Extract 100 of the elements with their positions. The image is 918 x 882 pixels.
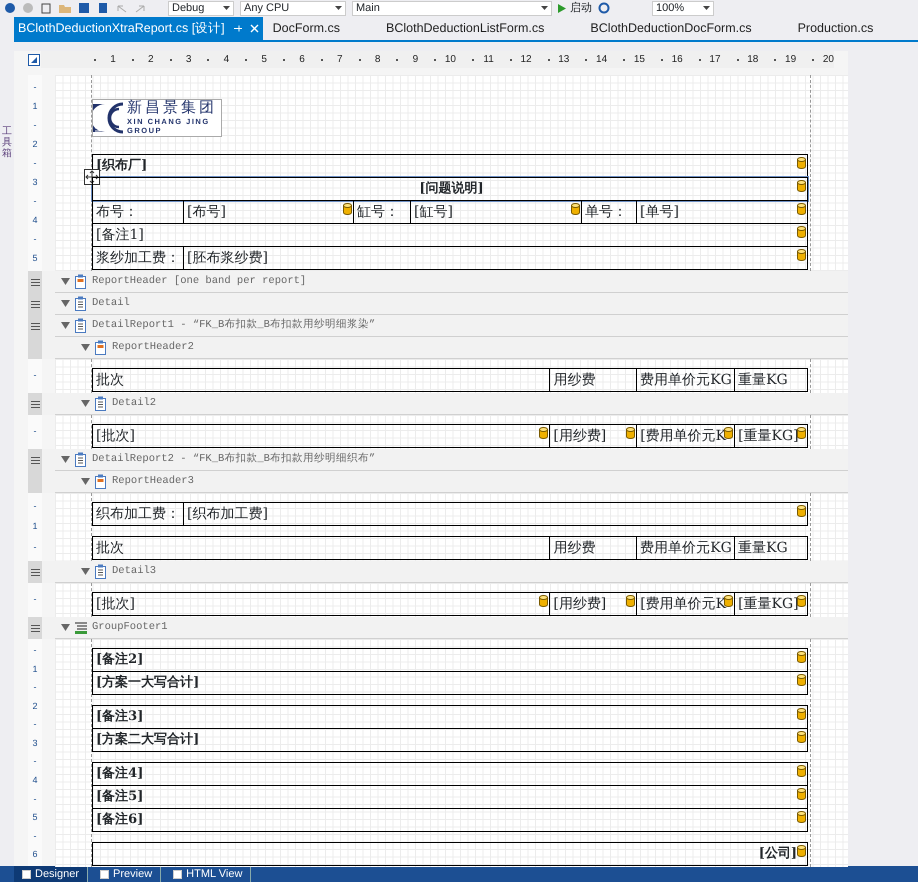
band-title: Detail2 [112,396,156,411]
close-icon[interactable] [250,24,259,33]
ruler-number: 13 [558,53,570,67]
configuration-dropdown[interactable]: Debug [168,0,234,16]
view-tab[interactable]: Designer [14,866,88,882]
save-icon[interactable] [78,2,90,14]
field-text: 布号： [96,202,138,222]
project-dropdown[interactable]: Main [352,0,552,16]
start-button[interactable]: 启动 [558,0,592,16]
field-text: 费用单价元KG [640,370,732,390]
band-title: DetailReport1 - “FK_B布扣款_B布扣款用纱明细浆染” [92,318,376,333]
ruler-number: - [34,593,36,606]
caret-icon [703,6,710,10]
field-text: [单号] [640,202,679,222]
document-tab[interactable]: DocForm.cs [268,17,344,40]
group-footer-icon [74,620,88,636]
field-text: 缸号： [357,202,399,222]
expand-toggle-icon[interactable] [81,399,90,408]
expand-toggle-icon[interactable] [81,567,90,576]
ruler-number: 5 [32,252,38,265]
view-icon [173,870,182,878]
play-icon [558,4,566,12]
detail-report-icon [74,318,88,334]
save-all-icon[interactable] [96,2,108,14]
field-text: 重量KG [738,538,788,558]
expand-toggle-icon[interactable] [61,321,70,330]
field-text: [胚布浆纱费] [187,248,268,268]
field-text: 浆纱加工费： [96,248,180,268]
ruler-number: 17 [709,53,721,67]
expand-toggle-icon[interactable] [81,477,90,486]
ruler-number: - [34,118,36,132]
ruler-number: - [34,425,36,438]
ruler-number: 1 [32,662,38,676]
ruler-number: 8 [374,53,380,67]
grip-icon[interactable] [30,278,40,286]
refresh-icon[interactable] [598,2,610,14]
grip-icon[interactable] [30,568,40,576]
band-title: DetailReport2 - “FK_B布扣款_B布扣款用纱明细织布” [92,452,376,467]
field-text: 费用单价元KG [640,538,732,558]
caret-icon [541,6,548,10]
document-tab[interactable]: BClothDeductionXtraReport.cs [设计] [14,17,263,40]
view-tab[interactable]: HTML View [165,866,252,882]
ruler-number: - [34,232,36,246]
field-text: 批次 [96,370,124,390]
band-title: GroupFooter1 [92,620,168,635]
copy-icon[interactable] [40,2,52,14]
grip-icon[interactable] [30,456,40,464]
ruler-number: 3 [186,53,192,67]
grip-icon[interactable] [30,624,40,632]
field-text: [方案一大写合计] [96,674,200,692]
ruler-number: 5 [32,811,38,824]
ruler-number: 4 [32,214,38,227]
expand-toggle-icon[interactable] [61,455,70,464]
field-text: [用纱费] [553,594,606,614]
ruler-number: - [34,540,36,554]
ruler-number: 2 [32,138,38,151]
document-tab[interactable]: Production.cs [794,17,878,40]
ruler-number: 1 [32,520,38,534]
ruler-number: 19 [785,53,796,67]
grip-icon[interactable] [30,300,40,308]
view-tab[interactable]: Preview [92,866,162,882]
zoom-dropdown[interactable]: 100% [652,0,714,16]
circle-icon[interactable] [4,2,16,14]
ruler-number: - [34,194,36,208]
ruler-number: 6 [32,848,38,862]
ruler-number: 12 [520,53,532,67]
detail-icon [94,396,108,412]
field-text: [问题说明] [419,180,484,198]
grip-icon[interactable] [30,322,40,330]
platform-dropdown[interactable]: Any CPU [240,0,346,16]
ruler-number: - [34,500,36,513]
field-text: 织布加工费： [96,504,180,524]
expand-toggle-icon[interactable] [61,623,70,632]
ruler-number: 14 [596,53,608,67]
field-text: [备注4] [96,764,144,784]
band-title: ReportHeader2 [112,340,194,355]
side-tab[interactable]: 工具箱 [2,126,12,159]
field-text: [织布加工费] [187,504,268,524]
document-tab[interactable]: BClothDeductionListForm.cs [382,17,548,40]
ruler-number: 7 [337,53,343,67]
ruler-number: 6 [299,53,305,67]
band-title: ReportHeader3 [112,474,194,489]
field-text: [用纱费] [553,426,606,446]
ruler-number: 10 [444,53,456,67]
document-tab[interactable]: BClothDeductionDocForm.cs [586,17,756,40]
ruler-number: 3 [32,736,38,750]
ruler-number: - [34,644,36,658]
ruler-corner-icon[interactable] [28,54,40,66]
ruler-number: 4 [32,774,38,787]
move-handle-icon[interactable] [84,169,100,185]
expand-toggle-icon[interactable] [61,277,70,286]
ruler-number: - [34,156,36,170]
expand-toggle-icon[interactable] [61,299,70,308]
ruler-number: - [34,755,36,768]
grip-icon[interactable] [30,400,40,408]
field-text: [重量KG] [738,426,799,446]
ruler-number: - [34,681,36,694]
pin-icon[interactable] [232,24,242,33]
expand-toggle-icon[interactable] [81,343,90,352]
ruler-number: 5 [261,53,267,67]
